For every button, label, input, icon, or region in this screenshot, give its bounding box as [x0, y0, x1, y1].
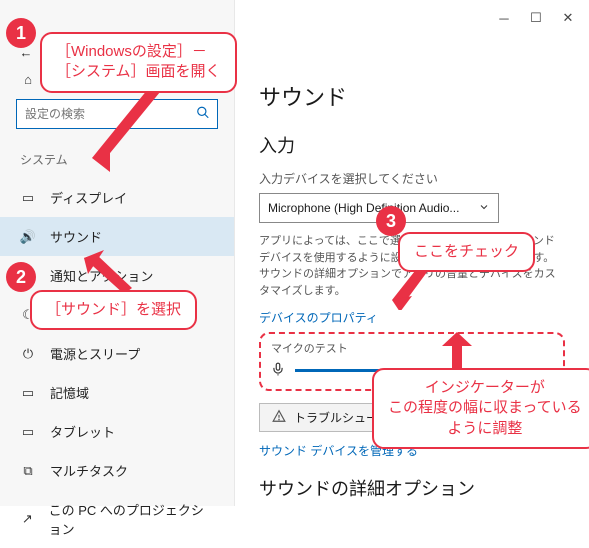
- page-title: サウンド: [259, 80, 565, 112]
- sidebar-item-multitask[interactable]: ⧉ マルチタスク: [0, 451, 234, 490]
- annotation-callout-3: ここをチェック: [398, 232, 535, 272]
- sidebar-item-storage[interactable]: ▭ 記憶域: [0, 373, 234, 412]
- mic-test-label: マイクのテスト: [271, 340, 553, 356]
- power-icon: ⏻: [20, 346, 36, 362]
- annotation-arrow-1: [92, 84, 164, 172]
- sidebar-item-label: タブレット: [50, 422, 115, 441]
- input-sub: 入力デバイスを選択してください: [259, 170, 565, 187]
- sidebar-item-label: サウンド: [50, 227, 102, 246]
- annotation-badge-2: 2: [6, 262, 36, 292]
- sidebar-item-power[interactable]: ⏻ 電源とスリープ: [0, 334, 234, 373]
- dropdown-value: Microphone (High Definition Audio...: [268, 201, 459, 215]
- multitask-icon: ⧉: [20, 463, 36, 479]
- sidebar-item-tablet[interactable]: ▭ タブレット: [0, 412, 234, 451]
- sidebar-item-label: 電源とスリープ: [50, 344, 140, 363]
- annotation-callout-4: インジケーターが この程度の幅に収まっている ように調整: [372, 368, 589, 449]
- advanced-heading: サウンドの詳細オプション: [259, 475, 565, 501]
- storage-icon: ▭: [20, 385, 36, 401]
- sidebar-item-label: マルチタスク: [50, 461, 128, 480]
- input-heading: 入力: [259, 132, 565, 158]
- display-icon: ▭: [20, 190, 36, 206]
- sidebar-item-projection[interactable]: ↗ この PC へのプロジェクション: [0, 490, 234, 548]
- projection-icon: ↗: [20, 511, 35, 527]
- annotation-badge-1: 1: [6, 18, 36, 48]
- sidebar-item-label: ディスプレイ: [50, 188, 127, 207]
- device-properties-link[interactable]: デバイスのプロパティ: [259, 309, 565, 326]
- annotation-badge-3: 3: [376, 206, 406, 236]
- sidebar-item-label: 記憶域: [50, 383, 89, 402]
- sidebar-item-display[interactable]: ▭ ディスプレイ: [0, 178, 234, 217]
- home-icon: ⌂: [20, 72, 36, 88]
- microphone-icon: [271, 362, 285, 379]
- warning-icon: [272, 409, 286, 426]
- chevron-down-icon: [478, 201, 490, 216]
- tablet-icon: ▭: [20, 424, 36, 440]
- annotation-callout-1: ［Windowsの設定］－ ［システム］画面を開く: [40, 32, 237, 93]
- sound-icon: 🔊: [20, 229, 36, 245]
- search-icon: [196, 106, 210, 123]
- annotation-callout-2: ［サウンド］を選択: [30, 290, 197, 330]
